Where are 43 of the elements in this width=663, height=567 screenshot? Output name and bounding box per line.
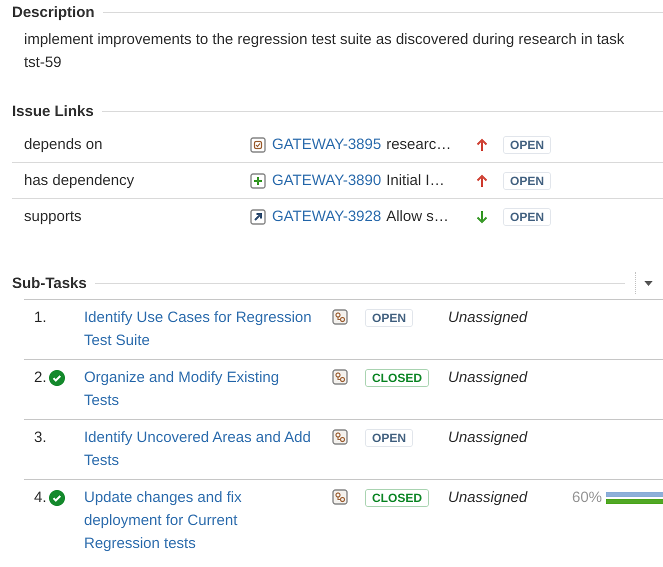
subtask-icon: [332, 489, 348, 505]
progress-percent: 60%: [572, 489, 602, 506]
arrow-up-icon: [476, 174, 488, 188]
status-badge: OPEN: [503, 172, 552, 190]
status-badge: OPEN: [365, 428, 414, 446]
section-heading: Issue Links: [12, 102, 94, 120]
assignee-text: Unassigned: [448, 488, 528, 508]
assignee-text: Unassigned: [448, 368, 528, 388]
status-badge: OPEN: [503, 208, 552, 226]
subtask-link[interactable]: Identify Uncovered Areas and Add Tests: [84, 426, 332, 472]
task-icon: [250, 136, 266, 152]
subtask-link[interactable]: Organize and Modify Existing Tests: [84, 366, 332, 412]
subtask-icon: [332, 429, 348, 445]
row-number: 1.: [34, 309, 47, 326]
subtask-link[interactable]: Identify Use Cases for Regression Test Suite: [84, 306, 332, 352]
status-badge: OPEN: [365, 308, 414, 326]
assignee-text: Unassigned: [448, 428, 528, 448]
row-number: 3.: [34, 429, 47, 446]
description-text: implement improvements to the regression test suite as discovered during research in task tst-59: [24, 30, 626, 73]
row-number: 2.: [34, 369, 47, 386]
status-badge: CLOSED: [365, 488, 430, 506]
issue-summary: researc…: [386, 136, 452, 153]
arrow-down-icon: [476, 210, 488, 224]
subtask-icon: [332, 369, 348, 385]
issue-link[interactable]: GATEWAY-3928: [272, 208, 382, 225]
subtask-icon: [332, 309, 348, 325]
issue-link[interactable]: GATEWAY-3895: [272, 136, 382, 153]
issue-summary: Initial I…: [386, 172, 445, 189]
plus-icon: [250, 172, 266, 188]
section-heading: Description: [12, 4, 95, 20]
issue-summary: Allow s…: [386, 208, 449, 225]
status-badge: OPEN: [503, 136, 552, 154]
arrow-up-icon: [476, 138, 488, 152]
issue-link[interactable]: GATEWAY-3890: [272, 172, 382, 189]
section-heading: Sub-Tasks: [12, 274, 87, 292]
link-relation: depends on: [24, 136, 104, 153]
link-relation: supports: [24, 208, 83, 225]
subtask-link[interactable]: Update changes and fix deployment for Current Regression tests: [84, 486, 332, 555]
row-number: 4.: [34, 489, 47, 506]
caret-icon[interactable]: [644, 280, 653, 286]
assignee-text: Unassigned: [448, 308, 528, 328]
status-badge: CLOSED: [365, 368, 430, 386]
link-relation: has dependency: [24, 172, 136, 189]
